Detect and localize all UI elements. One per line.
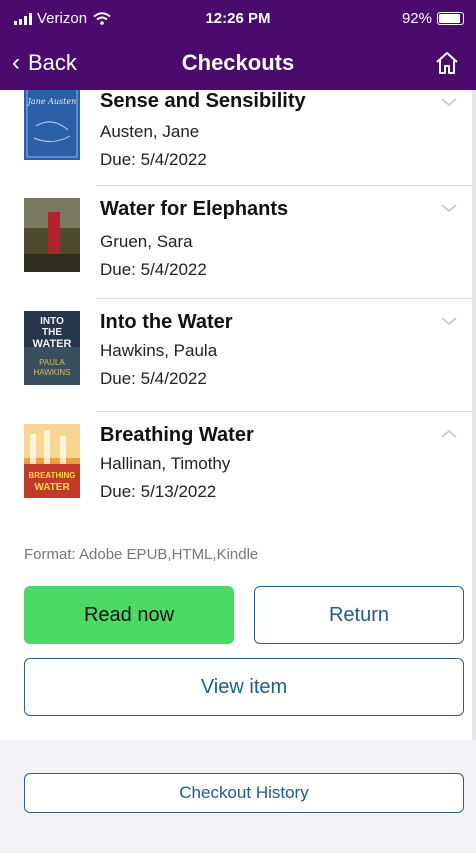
app-header: Verizon 12:26 PM 92% ‹ Back Checkouts: [0, 0, 476, 90]
checkout-item-into-the-water[interactable]: INTO THE WATER PAULA HAWKINS Into the Wa…: [0, 299, 472, 412]
book-title[interactable]: Breathing Water: [100, 424, 254, 447]
scrollbar[interactable]: [472, 90, 476, 740]
status-bar: Verizon 12:26 PM 92%: [0, 0, 476, 38]
battery-percent: 92%: [401, 10, 432, 27]
view-item-button[interactable]: View item: [24, 658, 464, 716]
book-title[interactable]: Sense and Sensibility: [100, 90, 306, 113]
return-button[interactable]: Return: [254, 586, 464, 644]
checkout-history-button[interactable]: Checkout History: [24, 773, 464, 813]
battery-icon: [437, 12, 464, 25]
book-cover-into-the-water: INTO THE WATER PAULA HAWKINS: [24, 311, 80, 385]
cover-text: Jane Austen: [26, 97, 77, 106]
cover-text: WATER: [33, 338, 72, 350]
due-date: Due: 5/13/2022: [100, 482, 217, 501]
chevron-down-icon[interactable]: [440, 202, 458, 214]
book-cover-sense-and-sensibility: Jane Austen: [24, 90, 80, 160]
book-author: Hallinan, Timothy: [100, 454, 231, 473]
book-author: Gruen, Sara: [100, 232, 193, 251]
cover-text: BREATHING: [29, 471, 76, 480]
cover-text: INTO: [40, 316, 64, 327]
checkout-item-water-for-elephants[interactable]: Water for Elephants Gruen, Sara Due: 5/4…: [0, 186, 472, 299]
checkout-item-breathing-water[interactable]: BREATHING WATER Breathing Water Hallinan…: [0, 412, 472, 522]
nav-bar: ‹ Back Checkouts: [0, 38, 476, 90]
battery-indicator: 92%: [402, 10, 464, 27]
page-title: Checkouts: [181, 50, 295, 75]
book-title[interactable]: Water for Elephants: [100, 198, 288, 221]
book-author: Austen, Jane: [100, 122, 200, 141]
read-now-button[interactable]: Read now: [24, 586, 234, 644]
chevron-down-icon[interactable]: [440, 96, 458, 108]
cover-text: PAULA: [39, 358, 65, 367]
cover-text: HAWKINS: [33, 368, 70, 377]
book-title[interactable]: Into the Water: [100, 311, 233, 334]
due-date: Due: 5/4/2022: [100, 369, 207, 388]
book-cover-breathing-water: BREATHING WATER: [24, 424, 80, 498]
home-icon[interactable]: [434, 50, 460, 76]
due-date: Due: 5/4/2022: [100, 260, 207, 279]
chevron-down-icon[interactable]: [440, 315, 458, 327]
format-info: Format: Adobe EPUB,HTML,Kindle: [24, 546, 259, 563]
book-author: Hawkins, Paula: [100, 341, 218, 360]
book-cover-water-for-elephants: [24, 198, 80, 272]
checkout-item-sense-and-sensibility[interactable]: Jane Austen Sense and Sensibility Austen…: [0, 90, 472, 186]
chevron-up-icon[interactable]: [440, 428, 458, 440]
cover-text: THE: [42, 327, 62, 338]
due-date: Due: 5/4/2022: [100, 150, 207, 169]
checkout-list: Jane Austen Sense and Sensibility Austen…: [0, 90, 472, 740]
cover-text: WATER: [34, 482, 70, 493]
